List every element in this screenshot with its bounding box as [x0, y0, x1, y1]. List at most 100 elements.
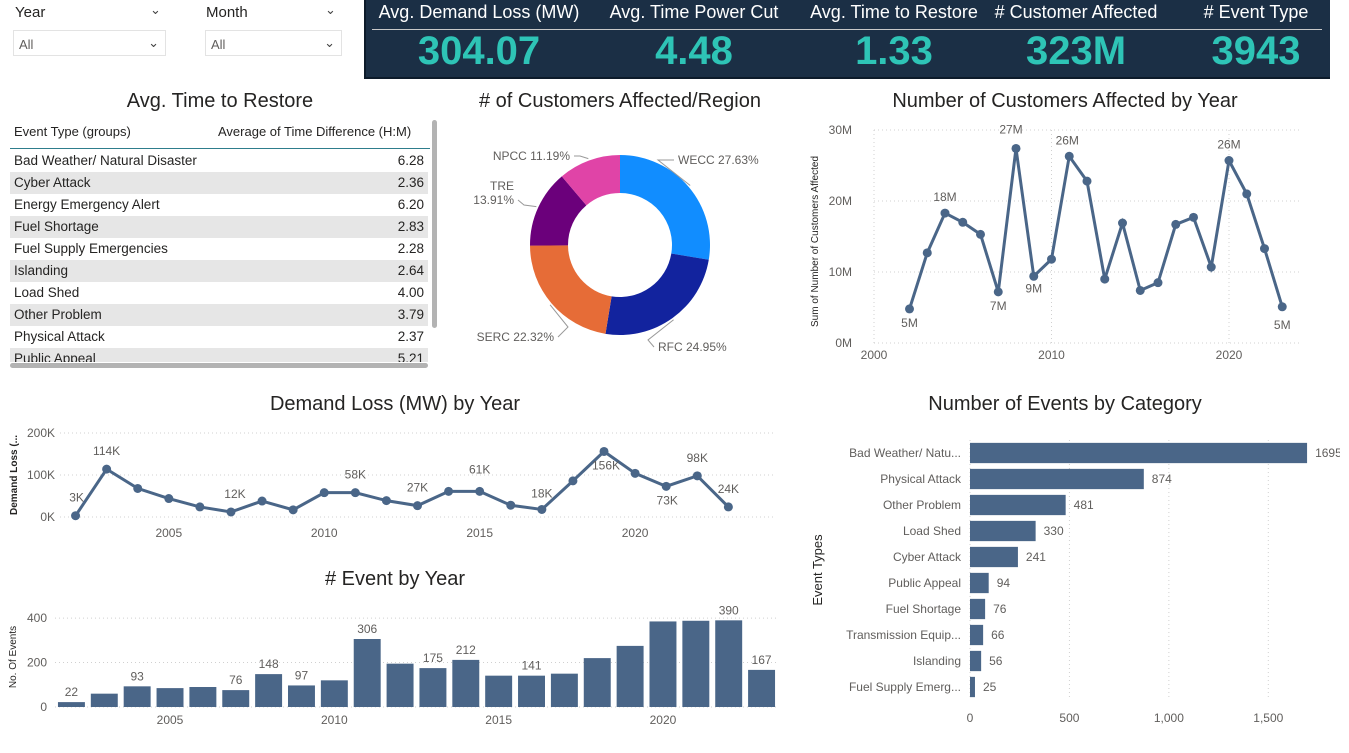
table-row[interactable]: Cyber Attack 2.36 [10, 172, 428, 194]
data-point[interactable] [537, 504, 547, 514]
table-row[interactable]: Islanding 2.64 [10, 260, 428, 282]
bar[interactable] [970, 572, 989, 594]
bar[interactable] [748, 669, 776, 707]
data-point[interactable] [71, 511, 81, 521]
restore-table-col1-header[interactable]: Event Type (groups) [14, 124, 131, 139]
bar[interactable] [353, 639, 381, 707]
data-point[interactable] [1135, 285, 1145, 295]
year-slicer-collapse-icon[interactable]: ⌄ [150, 2, 161, 18]
bar[interactable] [970, 676, 975, 698]
bar[interactable] [123, 686, 151, 707]
data-point[interactable] [599, 446, 609, 456]
data-point[interactable] [1224, 156, 1234, 166]
data-point[interactable] [164, 494, 174, 504]
bar[interactable] [320, 680, 348, 707]
bar[interactable] [970, 650, 982, 672]
data-point[interactable] [1260, 244, 1269, 254]
data-point[interactable] [1011, 143, 1021, 153]
customers-by-year-chart[interactable]: 0M 10M 20M 30M 2000 2010 2020 Sum of Number of … [800, 115, 1320, 370]
bar[interactable] [616, 645, 644, 707]
data-point[interactable] [1206, 262, 1216, 272]
bar[interactable] [970, 494, 1066, 516]
data-point[interactable] [661, 481, 671, 491]
bar[interactable] [550, 673, 578, 707]
events-by-year-chart[interactable]: 0 200 400 No. Of Events 2005 2010 2015 2020 22 93… [0, 595, 790, 735]
data-point[interactable] [1047, 254, 1056, 264]
bar[interactable] [156, 688, 184, 707]
events-by-category-chart[interactable]: 0 500 1,000 1,500 Event Types Bad Weather/ Na… [800, 420, 1340, 735]
data-point[interactable] [444, 486, 454, 496]
bar[interactable] [970, 442, 1308, 464]
data-point[interactable] [1153, 278, 1163, 288]
data-point[interactable] [1118, 218, 1127, 228]
data-point[interactable] [723, 502, 733, 512]
data-point[interactable] [133, 483, 143, 493]
data-point[interactable] [993, 287, 1003, 297]
data-point[interactable] [102, 464, 112, 474]
data-point[interactable] [958, 217, 968, 227]
table-row[interactable]: Energy Emergency Alert 6.20 [10, 194, 428, 216]
data-point[interactable] [1029, 271, 1039, 281]
bar[interactable] [970, 546, 1018, 568]
bar[interactable] [518, 675, 545, 707]
bar[interactable] [970, 624, 984, 646]
data-point[interactable] [630, 468, 640, 478]
bar[interactable] [419, 668, 447, 707]
demand-loss-chart[interactable]: 0K 100K 200K 2005 2010 2015 2020 Demand Loss (.… [0, 420, 790, 550]
data-point[interactable] [905, 304, 914, 314]
bar[interactable] [970, 520, 1036, 542]
month-dropdown[interactable]: All ⌄ [205, 30, 342, 56]
data-point[interactable] [976, 229, 985, 239]
bar[interactable] [189, 687, 217, 707]
table-row[interactable]: Physical Attack 2.37 [10, 326, 428, 348]
data-point[interactable] [692, 471, 702, 481]
table-row[interactable]: Other Problem 3.79 [10, 304, 428, 326]
data-point[interactable] [413, 501, 422, 511]
donut-slice-rfc[interactable] [605, 253, 709, 335]
bar[interactable] [485, 675, 513, 707]
bar[interactable] [57, 702, 85, 707]
bar[interactable] [970, 468, 1144, 490]
donut-slice-wecc[interactable] [620, 155, 710, 260]
data-point[interactable] [381, 496, 391, 506]
data-point[interactable] [350, 488, 360, 498]
bar[interactable] [255, 674, 283, 707]
data-point[interactable] [257, 496, 267, 506]
data-point[interactable] [1242, 189, 1252, 199]
bar[interactable] [452, 659, 480, 707]
data-point[interactable] [319, 488, 329, 498]
bar[interactable] [583, 658, 611, 707]
year-dropdown[interactable]: All ⌄ [13, 30, 166, 56]
table-row[interactable]: Fuel Shortage 2.83 [10, 216, 428, 238]
month-slicer-collapse-icon[interactable]: ⌄ [325, 2, 336, 18]
bar[interactable] [386, 663, 414, 707]
bar[interactable] [222, 690, 250, 707]
donut-slice-serc[interactable] [530, 245, 612, 334]
data-point[interactable] [288, 505, 298, 515]
data-point[interactable] [568, 476, 578, 486]
data-point[interactable] [922, 248, 932, 258]
data-point[interactable] [226, 507, 236, 517]
region-donut-chart[interactable]: WECC 27.63% RFC 24.95% SERC 22.32% TRE13.91… [440, 115, 800, 370]
data-point[interactable] [506, 500, 516, 510]
data-point[interactable] [1064, 151, 1074, 161]
bar[interactable] [682, 620, 710, 707]
bar[interactable] [970, 598, 986, 620]
restore-table-col2-header[interactable]: Average of Time Difference (H:M) [218, 124, 411, 139]
table-row[interactable]: Bad Weather/ Natural Disaster 6.28 [10, 150, 428, 172]
table-row[interactable]: Fuel Supply Emergencies 2.28 [10, 238, 428, 260]
bar[interactable] [90, 693, 118, 707]
restore-table-vertical-scrollbar[interactable] [432, 120, 437, 328]
data-point[interactable] [1189, 212, 1198, 222]
bar[interactable] [649, 621, 677, 707]
data-point[interactable] [1277, 302, 1287, 312]
data-point[interactable] [1082, 176, 1092, 186]
data-point[interactable] [1100, 274, 1110, 284]
bar[interactable] [715, 620, 743, 707]
bar[interactable] [288, 685, 315, 707]
table-row[interactable]: Public Appeal 5.21 [10, 348, 428, 362]
data-point[interactable] [475, 486, 485, 496]
data-point[interactable] [195, 502, 205, 512]
data-point[interactable] [940, 208, 950, 218]
data-point[interactable] [1171, 219, 1181, 229]
